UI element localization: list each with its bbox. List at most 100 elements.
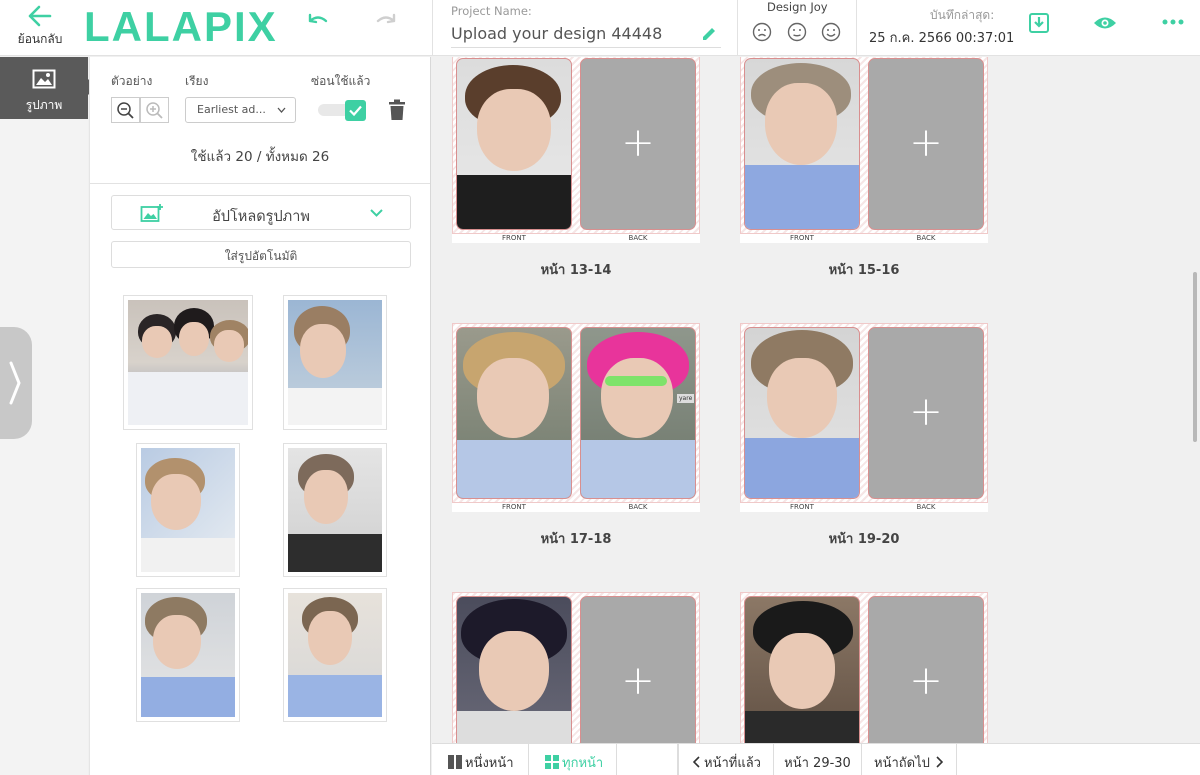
divider: [90, 183, 430, 184]
chevron-left-icon: [692, 756, 700, 768]
happy-face-icon[interactable]: [821, 22, 841, 42]
back-card-slot[interactable]: +: [580, 596, 696, 743]
front-card-photo[interactable]: [744, 327, 860, 499]
trash-icon[interactable]: [388, 99, 406, 121]
upload-images-button[interactable]: อัปโหลดรูปภาพ: [111, 195, 411, 230]
redo-icon[interactable]: [373, 12, 399, 34]
image-thumbnail[interactable]: [283, 443, 387, 577]
selfie-photo: [288, 593, 382, 717]
page-spread: +: [452, 592, 700, 743]
plus-icon: +: [909, 120, 943, 166]
plus-icon: +: [621, 658, 655, 704]
page-canvas: + FRONT BACK หน้า 13-14 + FRONT BACK หน้…: [432, 57, 1200, 743]
photo-tag: yare: [677, 394, 695, 403]
design-joy-label: Design Joy: [767, 0, 828, 14]
top-bar: ย้อนกลับ LALAPIX Project Name: Design Jo…: [0, 0, 1200, 56]
sort-value: Earliest ad...: [197, 103, 266, 116]
spread-label: หน้า 13-14: [540, 263, 612, 278]
spread-label: หน้า 19-20: [828, 532, 900, 547]
back-card-slot[interactable]: +: [580, 58, 696, 230]
front-label: FRONT: [452, 234, 576, 243]
download-icon[interactable]: [1028, 12, 1050, 34]
tab-images[interactable]: รูปภาพ: [0, 57, 96, 119]
front-label: FRONT: [740, 503, 864, 512]
back-label: BACK: [864, 503, 988, 512]
zoom-in-icon: [146, 102, 163, 119]
front-card-photo[interactable]: [456, 327, 572, 499]
front-card-photo[interactable]: [744, 596, 860, 743]
chevron-down-icon[interactable]: [370, 209, 383, 217]
plus-icon: +: [909, 389, 943, 435]
front-label: FRONT: [740, 234, 864, 243]
left-tool-strip: รูปภาพ: [0, 57, 96, 775]
back-card-slot[interactable]: +: [868, 327, 984, 499]
group-photo: [128, 300, 248, 425]
current-page-range: หน้า 29-30: [774, 744, 862, 775]
front-card-photo[interactable]: [744, 58, 860, 230]
page-spread: +: [740, 592, 988, 743]
back-label: BACK: [576, 234, 700, 243]
page-spread: + FRONT BACK: [740, 57, 988, 244]
vertical-scrollbar[interactable]: [1193, 272, 1197, 442]
single-page-icon: [448, 755, 462, 769]
image-thumbnail[interactable]: [283, 295, 387, 430]
eye-icon[interactable]: [1093, 14, 1117, 32]
previous-page-button[interactable]: หน้าที่แล้ว: [678, 744, 774, 775]
sort-label: เรียง: [185, 74, 209, 88]
page-spread: + FRONT BACK: [740, 323, 988, 513]
divider: [432, 0, 433, 56]
more-icon[interactable]: [1162, 18, 1184, 26]
sad-face-icon[interactable]: [752, 22, 772, 42]
zoom-in-button[interactable]: [140, 97, 169, 123]
divider: [856, 0, 857, 56]
front-card-photo[interactable]: [456, 596, 572, 743]
selfie-photo: [288, 300, 382, 425]
last-saved-label: บันทึกล่าสุด:: [930, 8, 995, 22]
back-card-slot[interactable]: +: [868, 596, 984, 743]
front-label: FRONT: [452, 503, 576, 512]
chevron-right-icon: [9, 361, 21, 405]
image-thumbnail[interactable]: [136, 588, 240, 722]
back-label: BACK: [864, 234, 988, 243]
auto-fill-button[interactable]: ใส่รูปอัตโนมัติ: [111, 241, 411, 268]
image-icon: [32, 69, 56, 89]
image-thumbnail[interactable]: [136, 443, 240, 577]
image-thumbnail[interactable]: [123, 295, 253, 430]
single-page-view-button[interactable]: หนึ่งหน้า: [432, 744, 529, 775]
pagination-bar: หนึ่งหน้า ทุกหน้า หน้าที่แล้ว หน้า 29-30…: [432, 743, 1200, 775]
back-card-photo[interactable]: yare: [580, 327, 696, 499]
hide-used-label: ซ่อนใช้แล้ว: [311, 74, 371, 88]
selfie-photo: [141, 448, 235, 572]
back-arrow-icon: [28, 5, 52, 27]
panel-collapse-handle[interactable]: [0, 327, 32, 439]
back-card-slot[interactable]: +: [868, 58, 984, 230]
sort-dropdown[interactable]: Earliest ad...: [185, 97, 296, 123]
next-page-label: หน้าถัดไป: [874, 756, 930, 771]
back-label: ย้อนกลับ: [17, 32, 63, 46]
divider: [737, 0, 738, 56]
project-name-label: Project Name:: [451, 4, 532, 18]
image-thumbnail[interactable]: [283, 588, 387, 722]
back-label: BACK: [576, 503, 700, 512]
tab-images-label: รูปภาพ: [25, 98, 63, 112]
neutral-face-icon[interactable]: [787, 22, 807, 42]
check-icon: [349, 105, 362, 117]
preview-label: ตัวอย่าง: [111, 74, 153, 88]
zoom-out-icon: [117, 102, 134, 119]
front-card-photo[interactable]: [456, 58, 572, 230]
next-page-button[interactable]: หน้าถัดไป: [862, 744, 957, 775]
project-name-input[interactable]: [451, 20, 721, 48]
all-pages-label: ทุกหน้า: [562, 756, 604, 771]
back-button[interactable]: ย้อนกลับ: [10, 4, 70, 52]
plus-icon: +: [909, 658, 943, 704]
selfie-photo: [141, 593, 235, 717]
pencil-icon[interactable]: [700, 25, 718, 43]
divider: [617, 744, 678, 775]
plus-icon: +: [621, 120, 655, 166]
hide-used-toggle[interactable]: [345, 100, 366, 121]
all-pages-view-button[interactable]: ทุกหน้า: [529, 744, 617, 775]
page-spread: + FRONT BACK: [452, 57, 700, 244]
undo-icon[interactable]: [305, 12, 331, 34]
zoom-out-button[interactable]: [111, 97, 140, 123]
chevron-right-icon: [936, 756, 943, 768]
